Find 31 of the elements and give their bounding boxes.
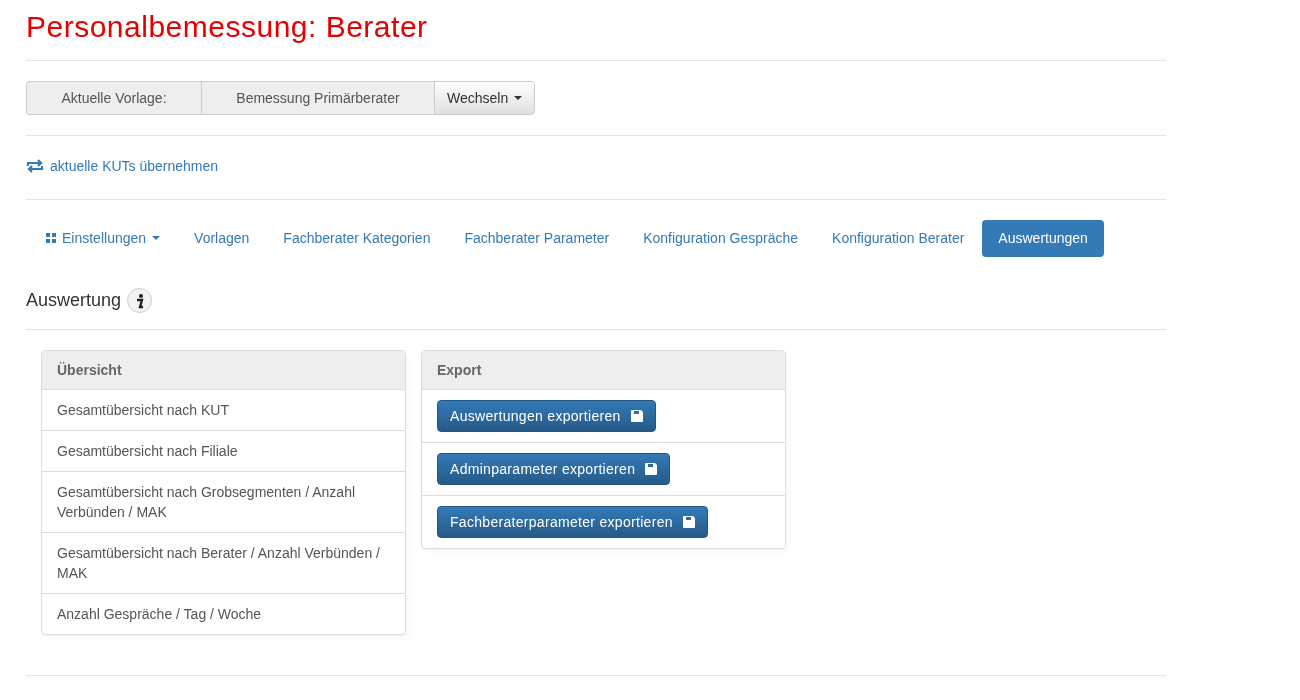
switch-dropdown-button[interactable]: Wechseln (434, 81, 536, 115)
page-title: Personalbemessung: Berater (26, 8, 1166, 61)
list-item[interactable]: Gesamtübersicht nach KUT (42, 390, 405, 430)
panel-heading: Export (422, 351, 785, 390)
swap-arrows-icon (26, 158, 44, 174)
nav-tab[interactable]: Vorlagen (178, 220, 266, 257)
list-item[interactable]: Anzahl Gespräche / Tag / Woche (42, 593, 405, 634)
save-icon (630, 410, 643, 422)
nav-tab[interactable]: Konfiguration Berater (816, 220, 981, 257)
list-item[interactable]: Gesamtübersicht nach Berater / Anzahl Verbünden / MAK (42, 532, 405, 593)
template-label: Aktuelle Vorlage: (26, 81, 201, 115)
info-icon[interactable] (127, 288, 153, 313)
grid-icon (46, 233, 56, 243)
nav-tab[interactable]: Konfiguration Gespräche (627, 220, 815, 257)
list-item[interactable]: Gesamtübersicht nach Filiale (42, 430, 405, 471)
nav-tab[interactable]: Einstellungen (30, 220, 177, 257)
export-button[interactable]: Adminparameter exportieren (437, 453, 671, 485)
section-title: Auswertung (26, 290, 122, 311)
sync-link[interactable]: aktuelle KUTs übernehmen (26, 158, 219, 174)
export-button[interactable]: Auswertungen exportieren (437, 400, 656, 432)
template-value: Bemessung Primärberater (201, 81, 434, 115)
nav-tab[interactable]: Fachberater Kategorien (267, 220, 447, 257)
export-button[interactable]: Fachberaterparameter exportieren (437, 506, 708, 538)
save-icon (645, 463, 658, 475)
list-item[interactable]: Gesamtübersicht nach Grobsegmenten / Anzahl Verbünden / MAK (42, 471, 405, 532)
save-icon (682, 516, 695, 528)
caret-icon (514, 96, 523, 100)
panel-heading: Übersicht (42, 351, 405, 390)
nav-tab[interactable]: Fachberater Parameter (448, 220, 626, 257)
nav-tab[interactable]: Auswertungen (982, 220, 1104, 257)
caret-icon (152, 236, 161, 240)
